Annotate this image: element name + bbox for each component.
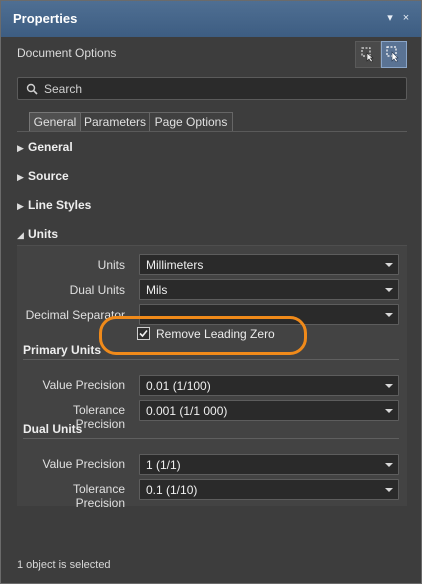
tab-parameters[interactable]: Parameters: [80, 112, 150, 132]
section-source[interactable]: ▶ Source: [17, 169, 69, 183]
dropdown-arrow-icon: [385, 463, 393, 467]
dual-value-precision-label: Value Precision: [42, 457, 126, 471]
dual-units-label: Dual Units: [69, 283, 125, 297]
primary-tolerance-precision-dropdown[interactable]: 0.001 (1/1 000): [139, 400, 399, 421]
dual-tolerance-precision-value: 0.1 (1/10): [146, 483, 198, 497]
expand-arrow-icon: ▶: [17, 172, 24, 182]
dropdown-arrow-icon: [385, 409, 393, 413]
dual-units-title: Dual Units: [23, 422, 83, 436]
section-source-label: Source: [28, 169, 69, 183]
units-label: Units: [97, 258, 125, 272]
dropdown-arrow-icon: [385, 263, 393, 267]
status-text: 1 object is selected: [17, 559, 111, 571]
dual-tolerance-precision-label: Tolerance Precision: [72, 482, 125, 510]
section-general[interactable]: ▶ General: [17, 140, 73, 154]
search-input[interactable]: Search: [17, 77, 407, 100]
primary-units-divider: [23, 359, 399, 360]
primary-value-precision-value: 0.01 (1/100): [146, 379, 211, 393]
section-general-label: General: [28, 140, 73, 154]
dual-units-divider: [23, 438, 399, 439]
section-line-styles[interactable]: ▶ Line Styles: [17, 198, 91, 212]
dual-tolerance-precision-dropdown[interactable]: 0.1 (1/10): [139, 479, 399, 500]
properties-panel: Properties ▾ × Document Options Search G…: [0, 0, 422, 584]
primary-tolerance-precision-value: 0.001 (1/1 000): [146, 404, 228, 418]
primary-units-title: Primary Units: [23, 343, 102, 357]
dual-units-dropdown[interactable]: Mils: [139, 279, 399, 300]
section-units-label: Units: [28, 227, 58, 241]
collapse-arrow-icon: ◢: [17, 230, 24, 240]
close-icon[interactable]: ×: [399, 10, 413, 26]
units-value: Millimeters: [146, 258, 204, 272]
pin-icon[interactable]: ▾: [383, 10, 397, 26]
filter-icon[interactable]: [355, 41, 381, 68]
dropdown-arrow-icon: [385, 488, 393, 492]
document-options-label: Document Options: [17, 46, 117, 60]
section-units[interactable]: ◢ Units: [17, 227, 58, 241]
tab-page-options[interactable]: Page Options: [149, 112, 233, 132]
search-placeholder: Search: [44, 82, 83, 96]
tab-divider: [17, 131, 407, 132]
selection-filter-buttons: [355, 41, 407, 68]
dual-value-precision-value: 1 (1/1): [146, 458, 181, 472]
section-line-styles-label: Line Styles: [28, 198, 92, 212]
select-objects-icon[interactable]: [381, 41, 407, 68]
expand-arrow-icon: ▶: [17, 143, 24, 153]
units-dropdown[interactable]: Millimeters: [139, 254, 399, 275]
dropdown-arrow-icon: [385, 313, 393, 317]
dual-units-value: Mils: [146, 283, 168, 297]
search-icon: [26, 83, 38, 95]
primary-value-precision-dropdown[interactable]: 0.01 (1/100): [139, 375, 399, 396]
highlight-annotation: [99, 316, 307, 355]
dual-value-precision-dropdown[interactable]: 1 (1/1): [139, 454, 399, 475]
dropdown-arrow-icon: [385, 288, 393, 292]
tab-general[interactable]: General: [29, 112, 81, 132]
title-bar[interactable]: Properties ▾ ×: [1, 1, 421, 37]
dropdown-arrow-icon: [385, 384, 393, 388]
panel-title: Properties: [13, 11, 78, 26]
expand-arrow-icon: ▶: [17, 201, 24, 211]
primary-value-precision-label: Value Precision: [42, 378, 126, 392]
